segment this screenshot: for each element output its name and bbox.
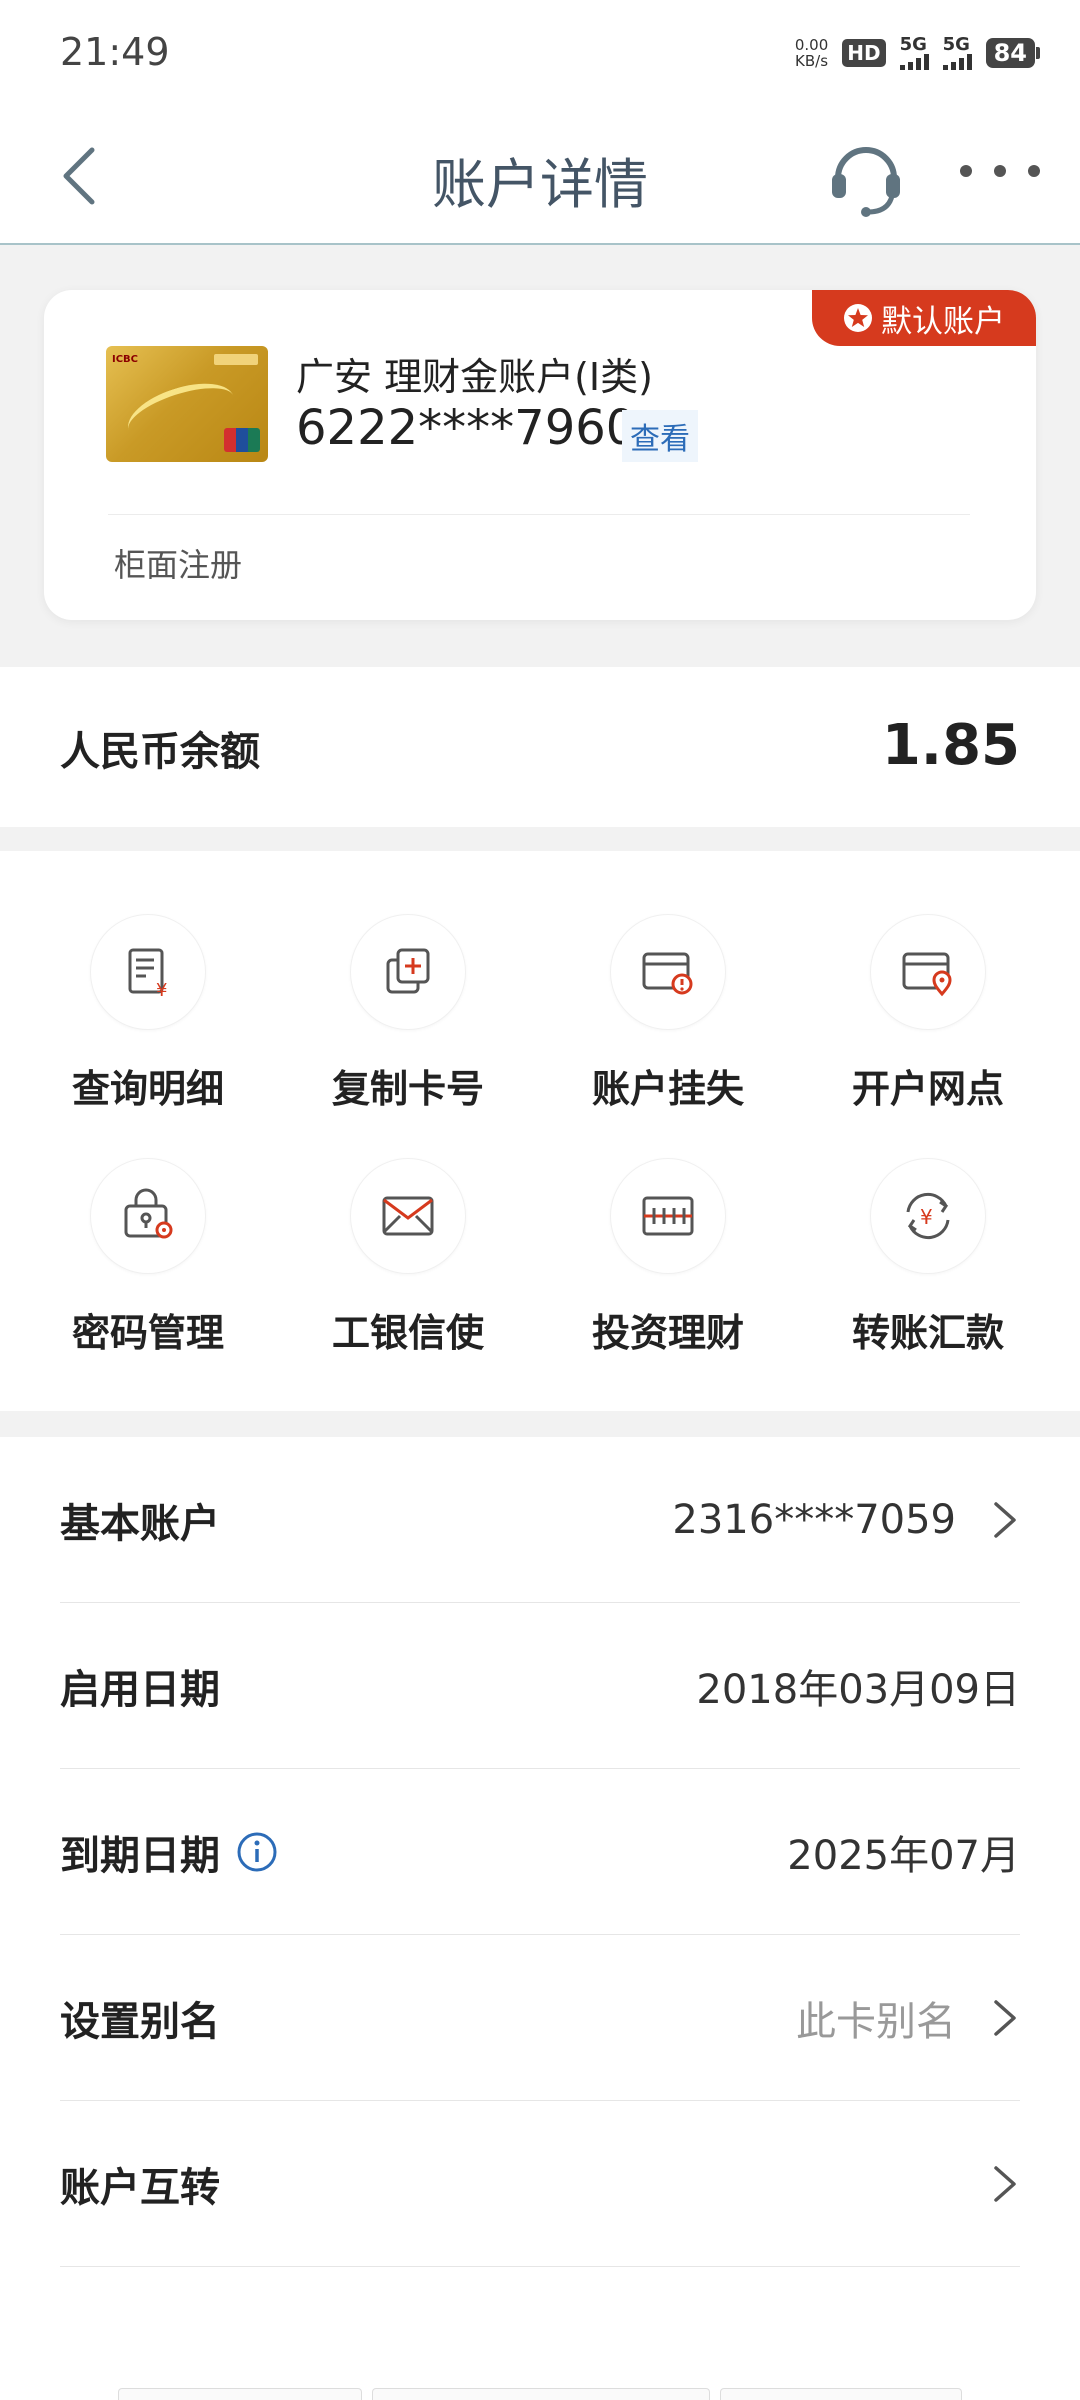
transfer-icon: ¥ xyxy=(906,1192,950,1240)
statement-icon: ¥ xyxy=(128,948,167,1001)
balance-label: 人民币余额 xyxy=(60,729,260,775)
registration-channel: 柜面注册 xyxy=(114,546,243,584)
hd-voice-icon: HD xyxy=(842,39,886,67)
headset-icon xyxy=(832,147,900,217)
basic-account-label: 基本账户 xyxy=(60,1500,220,1547)
basic-account-value: 2316****7059 xyxy=(672,1496,956,1543)
info-icon[interactable] xyxy=(236,1831,278,1873)
set-alias-label: 设置别名 xyxy=(60,1998,220,2045)
action-password-management[interactable]: 密码管理 xyxy=(18,1095,278,1355)
header-bar: 账户详情 xyxy=(0,110,1080,245)
signal-5g-icon: 5G xyxy=(942,36,972,70)
dot-icon xyxy=(960,165,972,177)
balance-value: 1.85 xyxy=(881,713,1020,778)
expiry-date-row: 到期日期 2025年07月 xyxy=(60,1769,1020,1935)
basic-account-row[interactable]: 基本账户 2316****7059 xyxy=(60,1437,1020,1603)
signal-5g-icon: 5G xyxy=(899,36,929,70)
action-grid: ¥ 查询明细 复制卡号 账户挂失 开户网点 密码管理 工银信使 投资理财 ¥ 转… xyxy=(0,851,1080,1411)
envelope-icon xyxy=(382,1196,434,1236)
customer-service-button[interactable] xyxy=(826,134,906,218)
report-loss-icon xyxy=(642,952,693,995)
action-icbc-messenger[interactable]: 工银信使 xyxy=(278,1095,538,1355)
account-card[interactable]: 默认账户 ICBC 广安 理财金账户(Ⅰ类) 6222****7960 查看 柜… xyxy=(44,290,1036,620)
password-icon xyxy=(124,1188,173,1239)
page-title: 账户详情 xyxy=(432,153,648,216)
chevron-right-icon xyxy=(994,1999,1016,2036)
copy-icon xyxy=(386,948,430,994)
start-date-label: 启用日期 xyxy=(60,1666,220,1713)
start-date-row: 启用日期 2018年03月09日 xyxy=(60,1603,1020,1769)
alias-placeholder: 此卡别名 xyxy=(796,1998,956,2045)
balance-row: 人民币余额 1.85 xyxy=(0,667,1080,827)
start-date-value: 2018年03月09日 xyxy=(696,1666,1020,1713)
view-card-number-button[interactable]: 查看 xyxy=(622,410,698,462)
bottom-tab-edges xyxy=(118,2388,962,2400)
branch-location-icon xyxy=(902,952,952,997)
card-number: 6222****7960 xyxy=(296,400,637,456)
investment-icon xyxy=(642,1196,694,1236)
card-image: ICBC xyxy=(106,346,268,462)
chevron-right-icon xyxy=(994,2165,1016,2202)
status-time: 21:49 xyxy=(60,30,170,74)
expiry-date-value: 2025年07月 xyxy=(787,1832,1020,1879)
account-transfer-row[interactable]: 账户互转 xyxy=(60,2101,1020,2267)
divider xyxy=(108,514,970,515)
battery-icon: 84 xyxy=(985,38,1040,68)
star-icon xyxy=(844,304,872,332)
action-report-loss[interactable]: 账户挂失 xyxy=(538,851,798,1111)
account-transfer-label: 账户互转 xyxy=(60,2164,220,2211)
default-account-badge: 默认账户 xyxy=(812,290,1036,346)
unionpay-logo xyxy=(224,428,260,452)
expiry-date-label: 到期日期 xyxy=(60,1832,220,1879)
status-indicators: 0.00 KB/s HD 5G 5G 84 xyxy=(795,36,1040,70)
set-alias-row[interactable]: 设置别名 此卡别名 xyxy=(60,1935,1020,2101)
status-bar: 21:49 0.00 KB/s HD 5G 5G 84 xyxy=(0,0,1080,110)
dot-icon xyxy=(994,165,1006,177)
svg-text:¥: ¥ xyxy=(156,980,167,1001)
action-transfer[interactable]: ¥ 转账汇款 xyxy=(798,1095,1058,1355)
chevron-right-icon xyxy=(994,1501,1016,1538)
network-speed: 0.00 KB/s xyxy=(794,36,829,70)
dot-icon xyxy=(1028,165,1040,177)
account-detail-list: 基本账户 2316****7059 启用日期 2018年03月09日 到期日期 … xyxy=(0,1437,1080,2400)
account-name: 广安 理财金账户(Ⅰ类) xyxy=(296,355,653,399)
action-query-details[interactable]: ¥ 查询明细 xyxy=(18,851,278,1111)
action-investment[interactable]: 投资理财 xyxy=(538,1095,798,1355)
svg-text:¥: ¥ xyxy=(920,1205,933,1229)
action-branch-location[interactable]: 开户网点 xyxy=(798,851,1058,1111)
more-options-button[interactable] xyxy=(960,156,1040,186)
action-copy-card-number[interactable]: 复制卡号 xyxy=(278,851,538,1111)
